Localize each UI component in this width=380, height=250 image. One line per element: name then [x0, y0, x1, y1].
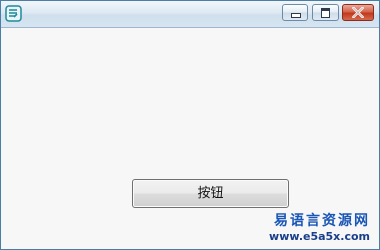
- close-button[interactable]: [342, 4, 374, 21]
- maximize-icon: [321, 8, 330, 18]
- close-icon: [352, 7, 364, 18]
- watermark-url: www.e5a5x.com: [269, 230, 370, 243]
- minimize-icon: [291, 13, 301, 18]
- app-icon[interactable]: [5, 5, 22, 22]
- watermark: 易语言资源网 www.e5a5x.com: [269, 212, 370, 244]
- title-bar[interactable]: [1, 1, 379, 28]
- minimize-button[interactable]: [282, 4, 308, 21]
- watermark-title: 易语言资源网: [274, 213, 370, 229]
- main-button[interactable]: 按钮: [132, 179, 289, 208]
- maximize-button[interactable]: [312, 4, 339, 21]
